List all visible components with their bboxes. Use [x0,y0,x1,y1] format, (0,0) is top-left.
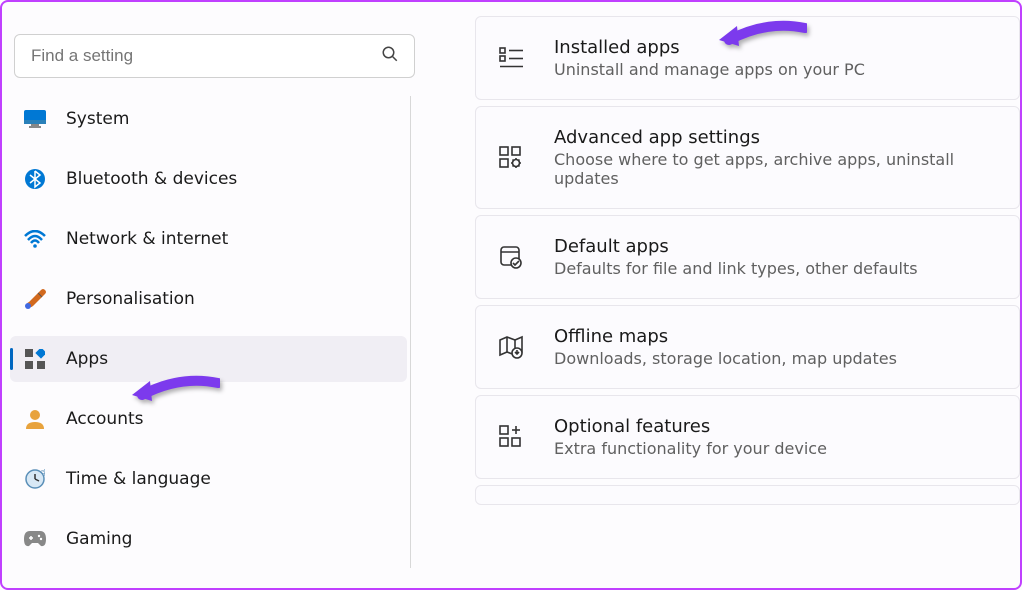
card-partial[interactable] [475,485,1020,505]
card-installed-apps[interactable]: Installed apps Uninstall and manage apps… [475,16,1020,100]
svg-text:字: 字 [41,469,45,477]
sidebar-item-accounts[interactable]: Accounts [10,396,407,442]
sidebar-item-time[interactable]: 字 Time & language [10,456,407,502]
card-offline-maps[interactable]: Offline maps Downloads, storage location… [475,305,1020,389]
avatar [20,14,56,22]
optional-features-icon [498,424,524,450]
gaming-icon [24,528,46,550]
apps-icon [24,348,46,370]
sidebar-item-apps[interactable]: Apps [10,336,407,382]
search-field[interactable] [14,34,415,78]
brush-icon [24,288,46,310]
nav-label: System [66,109,129,129]
content: Installed apps Uninstall and manage apps… [437,2,1020,588]
card-title: Offline maps [554,326,997,347]
nav-list: System Bluetooth & devices Network & int… [10,96,427,588]
nav-label: Apps [66,349,108,369]
nav-label: Gaming [66,529,132,549]
search-input[interactable] [14,34,415,78]
sidebar-item-bluetooth[interactable]: Bluetooth & devices [10,156,407,202]
nav-label: Accounts [66,409,144,429]
sidebar-item-personalisation[interactable]: Personalisation [10,276,407,322]
nav-label: Personalisation [66,289,195,309]
clock-icon: 字 [24,468,46,490]
card-title: Advanced app settings [554,127,997,148]
accounts-icon [24,408,46,430]
sidebar-item-network[interactable]: Network & internet [10,216,407,262]
installed-apps-icon [498,45,524,71]
card-text: Default apps Defaults for file and link … [554,236,997,278]
search-icon [381,45,399,67]
card-advanced-app-settings[interactable]: Advanced app settings Choose where to ge… [475,106,1020,209]
card-optional-features[interactable]: Optional features Extra functionality fo… [475,395,1020,479]
card-title: Optional features [554,416,997,437]
sidebar-item-system[interactable]: System [10,96,407,142]
wifi-icon [24,228,46,250]
card-sub: Extra functionality for your device [554,439,997,458]
default-apps-icon [498,244,524,270]
maps-icon [498,334,524,360]
nav-label: Time & language [66,469,211,489]
card-title: Default apps [554,236,997,257]
card-title: Installed apps [554,37,997,58]
card-sub: Downloads, storage location, map updates [554,349,997,368]
scroll-divider [410,96,411,568]
advanced-settings-icon [498,145,524,171]
sidebar: System Bluetooth & devices Network & int… [2,2,437,588]
card-text: Installed apps Uninstall and manage apps… [554,37,997,79]
card-sub: Uninstall and manage apps on your PC [554,60,997,79]
card-text: Advanced app settings Choose where to ge… [554,127,997,188]
nav-label: Bluetooth & devices [66,169,237,189]
card-default-apps[interactable]: Default apps Defaults for file and link … [475,215,1020,299]
sidebar-item-gaming[interactable]: Gaming [10,516,407,562]
system-icon [24,108,46,130]
card-text: Offline maps Downloads, storage location… [554,326,997,368]
nav-label: Network & internet [66,229,228,249]
card-sub: Choose where to get apps, archive apps, … [554,150,997,188]
card-sub: Defaults for file and link types, other … [554,259,997,278]
card-text: Optional features Extra functionality fo… [554,416,997,458]
bluetooth-icon [24,168,46,190]
